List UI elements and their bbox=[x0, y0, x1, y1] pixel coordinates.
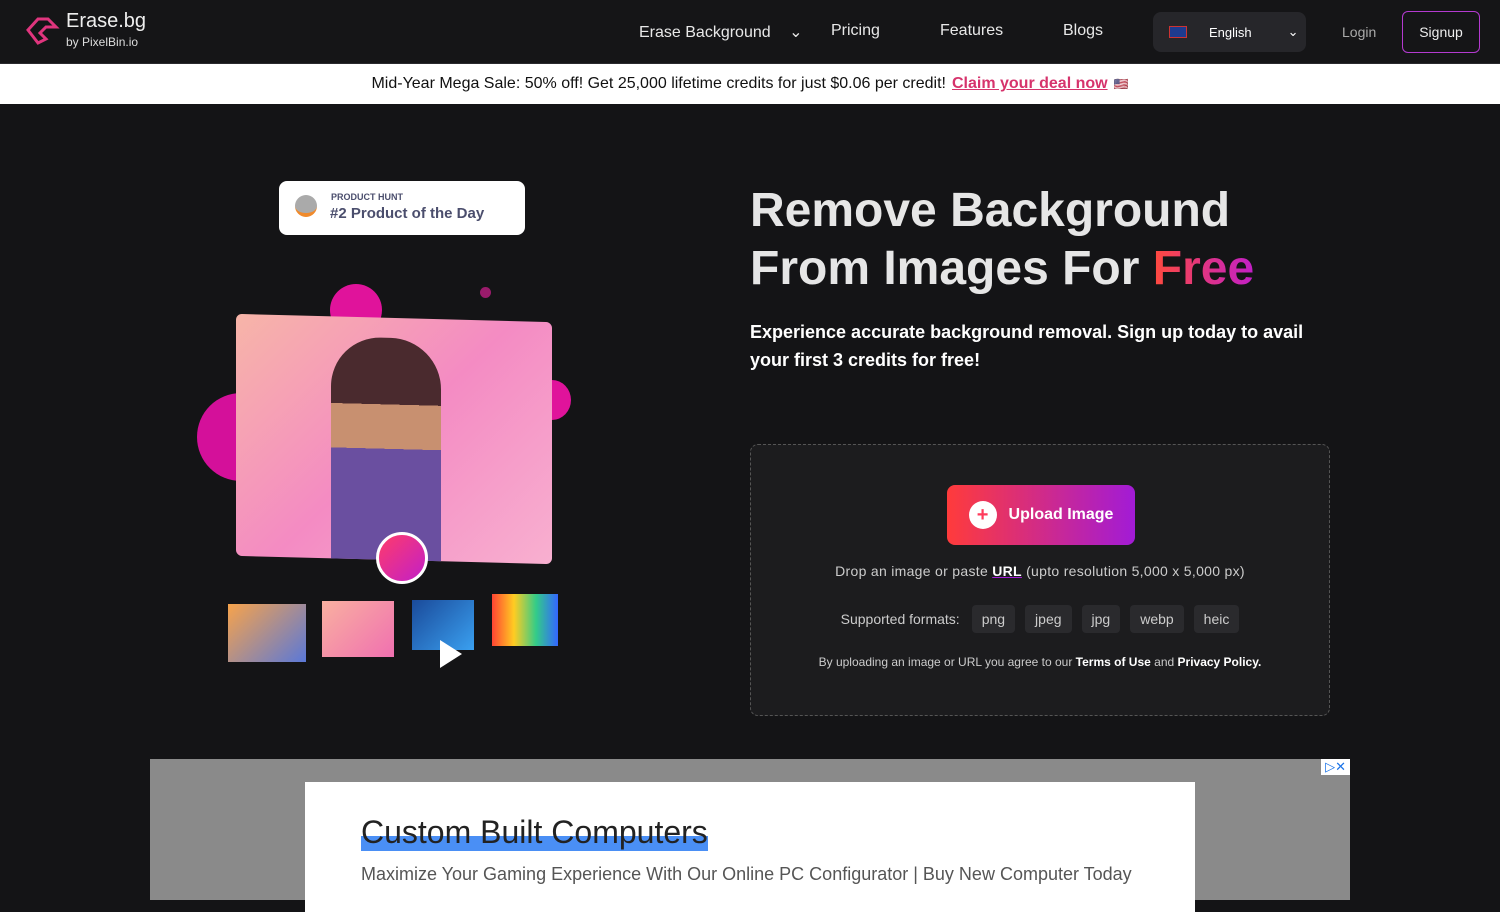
hero-title-line-2: From Images For bbox=[750, 242, 1153, 295]
terms-notice: By uploading an image or URL you agree t… bbox=[751, 655, 1329, 669]
claim-deal-link[interactable]: Claim your deal now bbox=[952, 75, 1108, 93]
paste-url-link[interactable]: URL bbox=[992, 563, 1022, 579]
hero-photo bbox=[236, 313, 552, 565]
hero-subtitle: Experience accurate background removal. … bbox=[750, 322, 1304, 370]
nav-label: Erase Background bbox=[639, 24, 771, 41]
ad-description: Maximize Your Gaming Experience With Our… bbox=[361, 864, 1132, 884]
hero-title: Remove Background From Images For Free bbox=[750, 182, 1254, 298]
logo-title: Erase.bg bbox=[66, 10, 147, 32]
erase-logo-badge-icon bbox=[376, 532, 428, 584]
nav-features[interactable]: Features bbox=[940, 22, 1003, 40]
hint-text: Drop an image or paste bbox=[835, 563, 993, 579]
promo-banner: Mid-Year Mega Sale: 50% off! Get 25,000 … bbox=[0, 64, 1500, 104]
language-label: English bbox=[1209, 24, 1252, 40]
badge-title: #2 Product of the Day bbox=[330, 205, 485, 222]
erase-bg-logo-icon bbox=[26, 17, 60, 45]
ad-title[interactable]: Custom Built Computers bbox=[361, 814, 708, 851]
login-link[interactable]: Login bbox=[1342, 24, 1376, 40]
uk-flag-icon bbox=[1169, 26, 1187, 38]
formats-label: Supported formats: bbox=[840, 611, 960, 627]
logo[interactable]: Erase.bg by PixelBin.io bbox=[24, 10, 146, 49]
top-nav: Erase.bg by PixelBin.io Erase Background … bbox=[0, 0, 1500, 64]
ad-card[interactable]: Custom Built Computers Maximize Your Gam… bbox=[305, 782, 1195, 912]
flag-emoji: 🇺🇸 bbox=[1113, 77, 1129, 91]
terms-and: and bbox=[1150, 655, 1178, 669]
chevron-down-icon: ⌄ bbox=[1287, 24, 1299, 39]
supported-formats: Supported formats: png jpeg jpg webp hei… bbox=[751, 605, 1329, 633]
upload-image-button[interactable]: + Upload Image bbox=[947, 485, 1135, 545]
format-badge: webp bbox=[1130, 605, 1184, 633]
ad-banner[interactable]: ▷✕ Custom Built Computers Maximize Your … bbox=[150, 759, 1350, 912]
drop-hint: Drop an image or paste URL (upto resolut… bbox=[751, 563, 1329, 579]
badge-label: PRODUCT HUNT bbox=[331, 192, 403, 202]
hint-resolution: (upto resolution 5,000 x 5,000 px) bbox=[1021, 563, 1245, 579]
upload-label: Upload Image bbox=[1008, 506, 1114, 523]
signup-button[interactable]: Signup bbox=[1402, 11, 1480, 53]
privacy-link[interactable]: Privacy Policy. bbox=[1178, 655, 1262, 669]
language-select[interactable]: English ⌄ bbox=[1153, 12, 1306, 52]
hero-title-line-1: Remove Background bbox=[750, 184, 1231, 237]
format-badge: heic bbox=[1193, 605, 1240, 633]
ad-close-icon[interactable]: ▷✕ bbox=[1321, 759, 1350, 775]
nav-pricing[interactable]: Pricing bbox=[831, 22, 880, 40]
format-badge: jpeg bbox=[1025, 605, 1072, 633]
promo-text: Mid-Year Mega Sale: 50% off! Get 25,000 … bbox=[371, 75, 946, 92]
terms-text: By uploading an image or URL you agree t… bbox=[818, 655, 1076, 669]
format-badge: jpg bbox=[1081, 605, 1121, 633]
medal-icon bbox=[295, 195, 317, 217]
cursor-icon bbox=[440, 640, 462, 668]
terms-link[interactable]: Terms of Use bbox=[1076, 655, 1151, 669]
hero-title-accent: Free bbox=[1152, 242, 1255, 295]
nav-blogs[interactable]: Blogs bbox=[1063, 22, 1103, 40]
plus-icon: + bbox=[968, 501, 997, 529]
chevron-down-icon: ⌄ bbox=[789, 24, 803, 41]
upload-dropzone[interactable]: + Upload Image Drop an image or paste URL… bbox=[750, 444, 1330, 716]
nav-erase-background[interactable]: Erase Background ⌄ bbox=[639, 22, 803, 42]
format-badge: png bbox=[971, 605, 1016, 633]
logo-subtitle: by PixelBin.io bbox=[66, 35, 139, 49]
product-hunt-badge[interactable]: PRODUCT HUNT #2 Product of the Day bbox=[279, 181, 525, 235]
